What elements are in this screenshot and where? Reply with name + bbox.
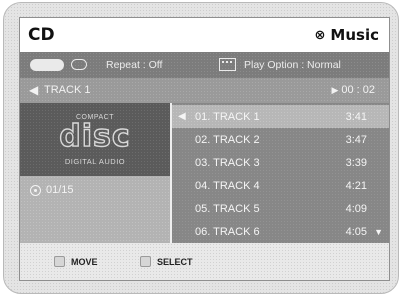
track-name: 03. TRACK 3 <box>195 157 260 169</box>
compact-disc-logo: COMPACT disc DIGITAL AUDIO <box>20 103 170 176</box>
play-icon: ▶ <box>331 85 339 95</box>
track-list: ◀ 01. TRACK 1 3:41 02. TRACK 2 3:47 03. … <box>172 103 389 243</box>
repeat-status[interactable]: Repeat : Off <box>106 59 162 71</box>
repeat-button-icon[interactable] <box>30 59 64 71</box>
track-row[interactable]: 04. TRACK 4 4:21 <box>172 174 389 197</box>
page-title: CD <box>28 25 55 45</box>
track-name: 05. TRACK 5 <box>195 203 260 215</box>
track-duration: 3:41 <box>345 111 367 123</box>
track-name: 06. TRACK 6 <box>195 226 260 238</box>
track-duration: 4:21 <box>345 180 367 192</box>
options-bar: Repeat : Off Play Option : Normal <box>20 52 389 78</box>
move-button-icon <box>54 256 65 267</box>
select-hint: SELECT <box>140 256 193 267</box>
tv-frame: CD ⊗ Music Repeat : Off Play Option : No… <box>3 2 399 294</box>
mode-label: Music <box>330 26 379 44</box>
play-option-icon <box>219 58 236 71</box>
track-row[interactable]: 02. TRACK 2 3:47 <box>172 128 389 151</box>
now-playing-bar: ◀ TRACK 1 ▶ 00 : 02 <box>20 78 389 103</box>
title-bar: CD ⊗ Music <box>20 18 389 52</box>
logo-main-text: disc <box>59 118 131 154</box>
disc-icon <box>30 185 41 196</box>
move-hint: MOVE <box>54 256 98 267</box>
play-option-status[interactable]: Play Option : Normal <box>244 59 341 71</box>
select-button-icon <box>140 256 151 267</box>
footer-hints: MOVE SELECT <box>20 243 389 280</box>
selection-arrow-icon: ◀ <box>178 111 186 122</box>
disc-panel: COMPACT disc DIGITAL AUDIO 01/15 <box>20 103 170 243</box>
now-playing-track: TRACK 1 <box>44 84 91 96</box>
track-duration: 3:39 <box>345 157 367 169</box>
track-duration: 3:47 <box>345 134 367 146</box>
disc-info: 01/15 <box>20 176 170 243</box>
track-row[interactable]: 03. TRACK 3 3:39 <box>172 151 389 174</box>
track-row[interactable]: ◀ 01. TRACK 1 3:41 <box>172 105 389 128</box>
music-menu-screen: CD ⊗ Music Repeat : Off Play Option : No… <box>19 17 390 281</box>
track-name: 01. TRACK 1 <box>195 111 260 123</box>
circle-x-icon: ⊗ <box>314 27 326 43</box>
track-duration: 4:09 <box>345 203 367 215</box>
move-label: MOVE <box>71 256 98 267</box>
track-name: 02. TRACK 2 <box>195 134 260 146</box>
select-label: SELECT <box>157 256 193 267</box>
track-count: 01/15 <box>46 184 74 196</box>
elapsed-time: 00 : 02 <box>341 84 375 96</box>
now-playing-time: ▶ 00 : 02 <box>331 84 375 96</box>
speaker-icon: ◀ <box>29 83 39 97</box>
logo-bottom-text: DIGITAL AUDIO <box>64 157 126 166</box>
scroll-down-icon[interactable]: ▼ <box>374 227 383 237</box>
track-row[interactable]: 05. TRACK 5 4:09 <box>172 197 389 220</box>
track-duration: 4:05 <box>345 226 367 238</box>
mode-indicator: ⊗ Music <box>315 26 379 44</box>
track-row[interactable]: 06. TRACK 6 4:05 <box>172 220 389 243</box>
repeat-oval-icon <box>71 59 87 70</box>
track-name: 04. TRACK 4 <box>195 180 260 192</box>
